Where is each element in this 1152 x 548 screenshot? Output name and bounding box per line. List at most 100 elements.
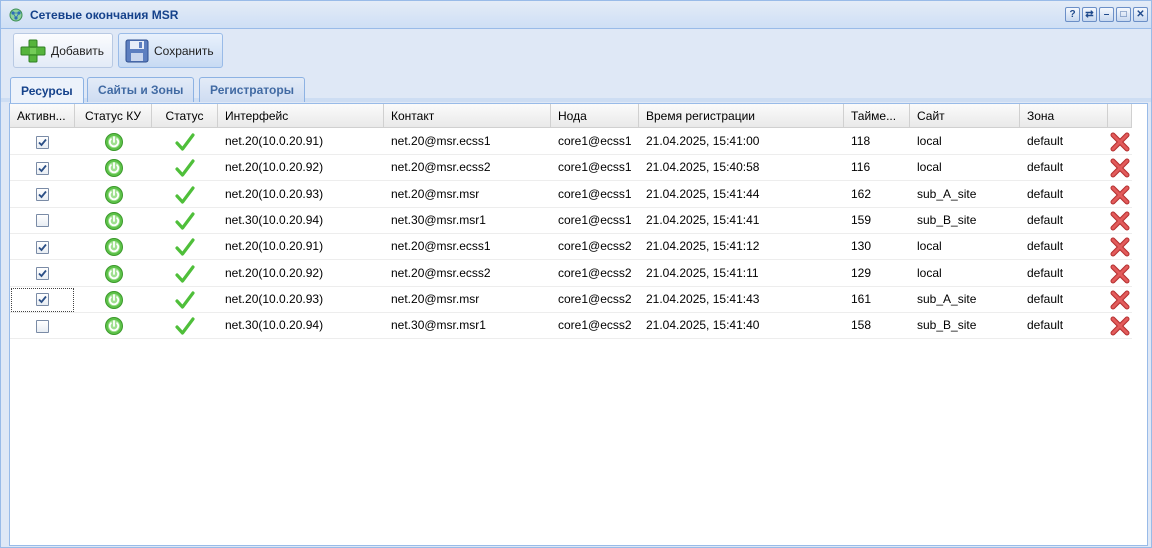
power-on-icon — [104, 290, 123, 309]
save-button[interactable]: Сохранить — [118, 33, 223, 68]
power-on-icon — [104, 238, 123, 257]
registration-time-cell: 21.04.2025, 15:41:00 — [646, 134, 760, 148]
contact-cell: net.20@msr.ecss2 — [391, 160, 491, 175]
interface-cell: net.20(10.0.20.92) — [225, 265, 324, 280]
delete-cell — [1108, 261, 1132, 287]
active-checkbox[interactable] — [36, 161, 49, 175]
node-cell: core1@ecss2 — [558, 239, 632, 254]
timeout-cell: 161 — [851, 291, 872, 306]
contact-cell: net.20@msr.ecss1 — [391, 239, 491, 254]
timeout-cell: 159 — [851, 212, 872, 227]
column-header-site[interactable]: Сайт — [910, 104, 1020, 128]
site-cell: local — [917, 160, 942, 175]
table-row[interactable]: net.20(10.0.20.93) net.20@msr.msr core1@… — [10, 181, 1132, 208]
help-icon[interactable]: ? — [1065, 7, 1080, 22]
checkmark-icon — [175, 212, 195, 230]
delete-icon[interactable] — [1110, 316, 1130, 336]
tab-resources[interactable]: Ресурсы — [10, 77, 84, 103]
table-row[interactable]: net.20(10.0.20.92) net.20@msr.ecss2 core… — [10, 260, 1132, 287]
node-cell: core1@ecss2 — [558, 265, 632, 280]
maximize-icon[interactable]: □ — [1116, 7, 1131, 22]
table-row[interactable]: net.20(10.0.20.93) net.20@msr.msr core1@… — [10, 286, 1132, 313]
active-checkbox[interactable] — [36, 293, 49, 307]
contact-cell: net.20@msr.ecss2 — [391, 265, 491, 280]
refresh-icon[interactable]: ⇄ — [1082, 7, 1097, 22]
ku-status-cell — [75, 261, 152, 287]
table-row[interactable]: net.30(10.0.20.94) net.30@msr.msr1 core1… — [10, 313, 1132, 340]
delete-icon[interactable] — [1110, 237, 1130, 257]
window-titlebar[interactable]: Сетевые окончания MSR ? ⇄ – □ ✕ — [1, 1, 1151, 29]
interface-cell: net.20(10.0.20.93) — [225, 186, 324, 201]
column-header-status[interactable]: Статус — [152, 104, 218, 128]
node-cell: core1@ecss1 — [558, 160, 632, 175]
delete-cell — [1108, 129, 1132, 155]
ku-status-cell — [75, 182, 152, 208]
contact-cell: net.20@msr.ecss1 — [391, 134, 491, 148]
checkmark-icon — [175, 133, 195, 151]
table-row[interactable]: net.30(10.0.20.94) net.30@msr.msr1 core1… — [10, 207, 1132, 234]
tab-registrars[interactable]: Регистраторы — [199, 77, 305, 102]
active-checkbox[interactable] — [36, 267, 49, 280]
ku-status-cell — [75, 129, 152, 155]
active-checkbox[interactable] — [36, 240, 49, 254]
checkmark-icon — [175, 185, 195, 204]
delete-icon[interactable] — [1110, 211, 1130, 231]
power-on-icon — [104, 185, 123, 204]
active-cell — [10, 287, 75, 313]
interface-cell: net.20(10.0.20.93) — [225, 291, 324, 306]
column-header-timeout[interactable]: Тайме... — [844, 104, 910, 128]
delete-cell — [1108, 313, 1132, 339]
delete-cell — [1108, 182, 1132, 208]
status-cell — [152, 208, 218, 234]
tab-sites-zones[interactable]: Сайты и Зоны — [87, 77, 195, 102]
checkbox-check-icon — [38, 164, 47, 173]
active-cell — [10, 208, 75, 234]
power-on-icon — [104, 317, 123, 336]
table-row[interactable]: net.20(10.0.20.91) net.20@msr.ecss1 core… — [10, 234, 1132, 261]
delete-icon[interactable] — [1110, 290, 1130, 310]
delete-icon[interactable] — [1110, 132, 1130, 152]
zone-cell: default — [1027, 186, 1064, 201]
column-header-ku-status[interactable]: Статус КУ — [75, 104, 152, 128]
active-checkbox[interactable] — [36, 188, 49, 202]
column-header-active[interactable]: Активн... — [10, 104, 75, 128]
msr-endpoints-window: Сетевые окончания MSR ? ⇄ – □ ✕ Добавить — [0, 0, 1152, 548]
delete-icon[interactable] — [1110, 264, 1130, 284]
timeout-cell: 130 — [851, 239, 872, 254]
delete-icon[interactable] — [1110, 185, 1130, 205]
add-button[interactable]: Добавить — [13, 33, 114, 68]
active-cell — [10, 155, 75, 181]
floppy-disk-icon — [125, 39, 149, 62]
column-header-interface[interactable]: Интерфейс — [218, 104, 384, 128]
column-header-zone[interactable]: Зона — [1020, 104, 1108, 128]
delete-icon[interactable] — [1110, 158, 1130, 178]
active-checkbox[interactable] — [36, 214, 49, 228]
active-checkbox[interactable] — [36, 319, 49, 333]
column-header-registration-time[interactable]: Время регистрации — [639, 104, 844, 128]
table-row[interactable]: net.20(10.0.20.91) net.20@msr.ecss1 core… — [10, 129, 1132, 155]
table-row[interactable]: net.20(10.0.20.92) net.20@msr.ecss2 core… — [10, 155, 1132, 182]
column-header-node[interactable]: Нода — [551, 104, 639, 128]
checkbox-check-icon — [38, 243, 47, 252]
interface-cell: net.20(10.0.20.91) — [225, 239, 324, 254]
resources-grid: Активн... Статус КУ Статус Интерфейс Кон… — [9, 103, 1148, 546]
minimize-icon[interactable]: – — [1099, 7, 1114, 22]
active-checkbox[interactable] — [36, 135, 49, 149]
zone-cell: default — [1027, 318, 1064, 333]
timeout-cell: 116 — [851, 160, 871, 175]
interface-cell: net.30(10.0.20.94) — [225, 212, 324, 227]
save-button-label: Сохранить — [154, 43, 214, 58]
node-cell: core1@ecss1 — [558, 212, 632, 227]
ku-status-cell — [75, 208, 152, 234]
zone-cell: default — [1027, 265, 1064, 280]
registration-time-cell: 21.04.2025, 15:41:41 — [646, 212, 760, 227]
checkmark-icon — [175, 159, 195, 177]
registration-time-cell: 21.04.2025, 15:41:43 — [646, 291, 760, 306]
status-cell — [152, 234, 218, 260]
status-cell — [152, 287, 218, 313]
ku-status-cell — [75, 234, 152, 260]
close-icon[interactable]: ✕ — [1133, 7, 1148, 22]
status-cell — [152, 261, 218, 287]
delete-cell — [1108, 287, 1132, 313]
column-header-contact[interactable]: Контакт — [384, 104, 551, 128]
